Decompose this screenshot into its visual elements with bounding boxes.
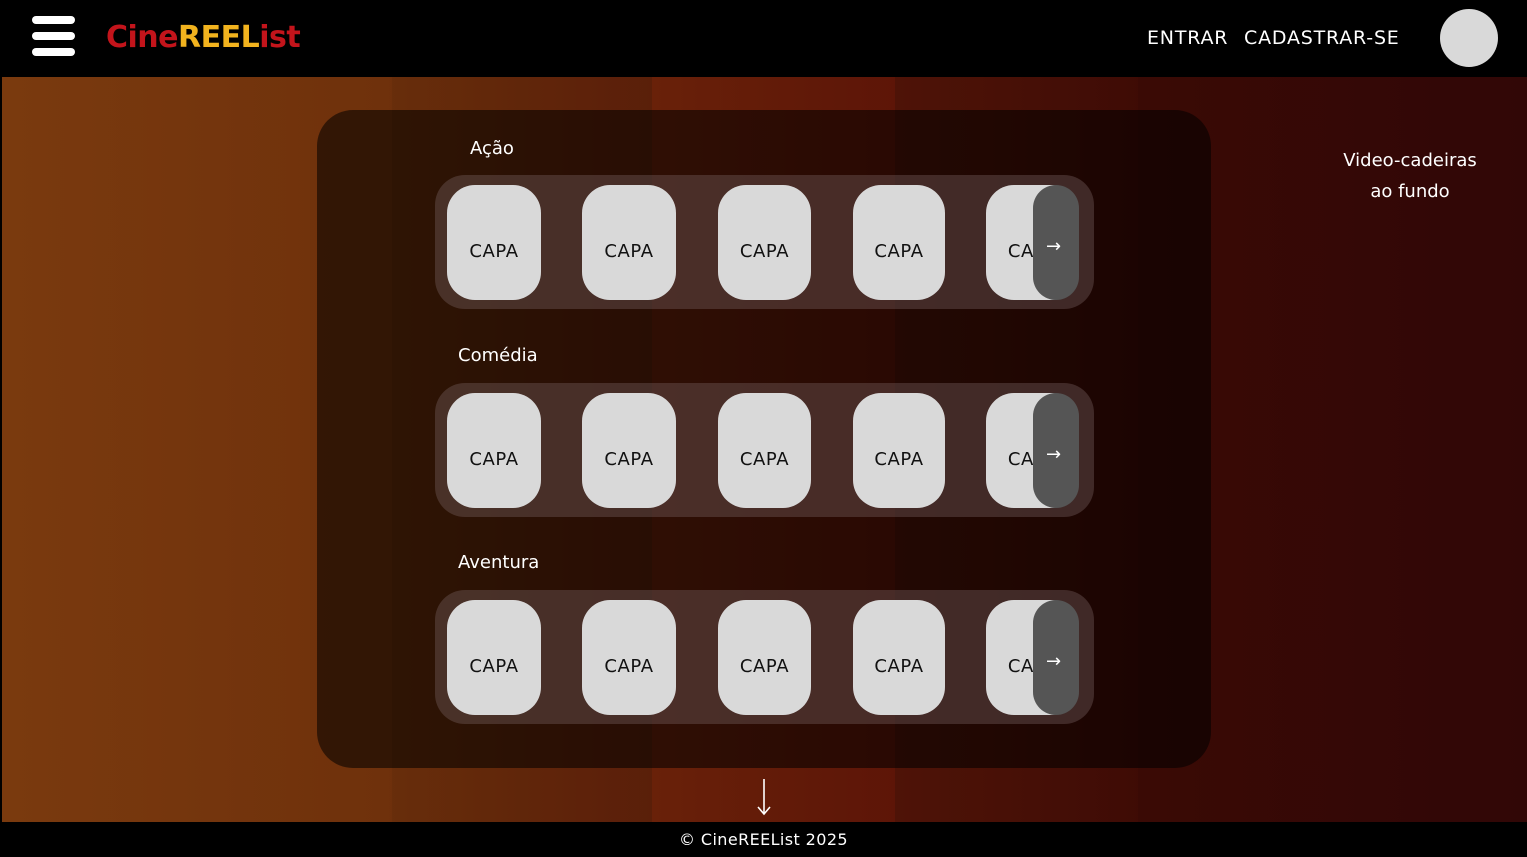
movie-card[interactable]: CAPA <box>582 393 676 508</box>
carousel-row-acao: CAPA CAPA CAPA CAPA CAPA → <box>435 175 1094 309</box>
movie-card[interactable]: CAPA <box>582 600 676 715</box>
card-label: CAPA <box>874 449 924 470</box>
logo-part-ist: ist <box>259 20 301 55</box>
logo-part-cine: Cine <box>106 20 179 55</box>
carousel-next-button[interactable]: → <box>1033 600 1079 715</box>
arrow-down-icon[interactable] <box>754 778 774 816</box>
section-title-comedia: Comédia <box>458 345 538 366</box>
arrow-right-icon: → <box>1046 444 1062 465</box>
card-label: CAPA <box>739 449 790 470</box>
section-title-aventura: Aventura <box>458 552 540 573</box>
movie-card[interactable]: CAPA <box>718 600 811 715</box>
carousel-row-comedia: CAPA CAPA CAPA CAPA CAPA → <box>435 383 1094 517</box>
carousel-row-aventura: CAPA CAPA CAPA CAPA CAPA → <box>435 590 1094 724</box>
page-footer: © CineREEList 2025 <box>0 822 1527 857</box>
card-label: CAPA <box>469 656 519 677</box>
card-label: CAPA <box>604 656 654 677</box>
card-label: CAPA <box>604 449 654 470</box>
user-avatar-icon[interactable] <box>1440 9 1498 67</box>
movie-card[interactable]: CAPA <box>853 600 945 715</box>
carousel-next-button[interactable]: → <box>1033 393 1079 508</box>
movie-card[interactable]: CAPA <box>718 393 811 508</box>
background-note-line: Video-cadeiras <box>1343 150 1477 171</box>
menu-bar <box>32 32 75 40</box>
movie-card[interactable]: CAPA <box>718 185 811 300</box>
arrow-right-icon: → <box>1046 236 1062 257</box>
signup-link[interactable]: CADASTRAR-SE <box>1244 26 1400 50</box>
card-label: CAPA <box>874 656 924 677</box>
menu-bar <box>32 16 75 24</box>
card-label: CAPA <box>469 241 519 262</box>
footer-copyright: © CineREEList 2025 <box>679 830 848 849</box>
section-title-acao: Ação <box>470 138 514 159</box>
carousel-next-button[interactable]: → <box>1033 185 1079 300</box>
movie-card[interactable]: CAPA <box>853 393 945 508</box>
background-note-line: ao fundo <box>1370 181 1450 202</box>
menu-bar <box>32 48 75 56</box>
login-link[interactable]: ENTRAR <box>1147 26 1228 50</box>
movie-card[interactable]: CAPA <box>582 185 676 300</box>
card-label: CAPA <box>739 241 790 262</box>
site-logo[interactable]: CineREEList <box>106 18 301 58</box>
card-label: CAPA <box>469 449 519 470</box>
movie-card[interactable]: CAPA <box>447 185 541 300</box>
logo-part-reel: REEL <box>178 20 260 55</box>
movie-card[interactable]: CAPA <box>853 185 945 300</box>
hamburger-menu-icon[interactable] <box>32 16 75 56</box>
top-header: CineREEList ENTRAR CADASTRAR-SE <box>0 0 1527 77</box>
background-note: Video-cadeiras ao fundo <box>1330 145 1490 207</box>
card-label: CAPA <box>874 241 924 262</box>
card-label: CAPA <box>604 241 654 262</box>
card-label: CAPA <box>739 656 790 677</box>
arrow-right-icon: → <box>1046 651 1062 672</box>
movie-card[interactable]: CAPA <box>447 600 541 715</box>
movie-card[interactable]: CAPA <box>447 393 541 508</box>
